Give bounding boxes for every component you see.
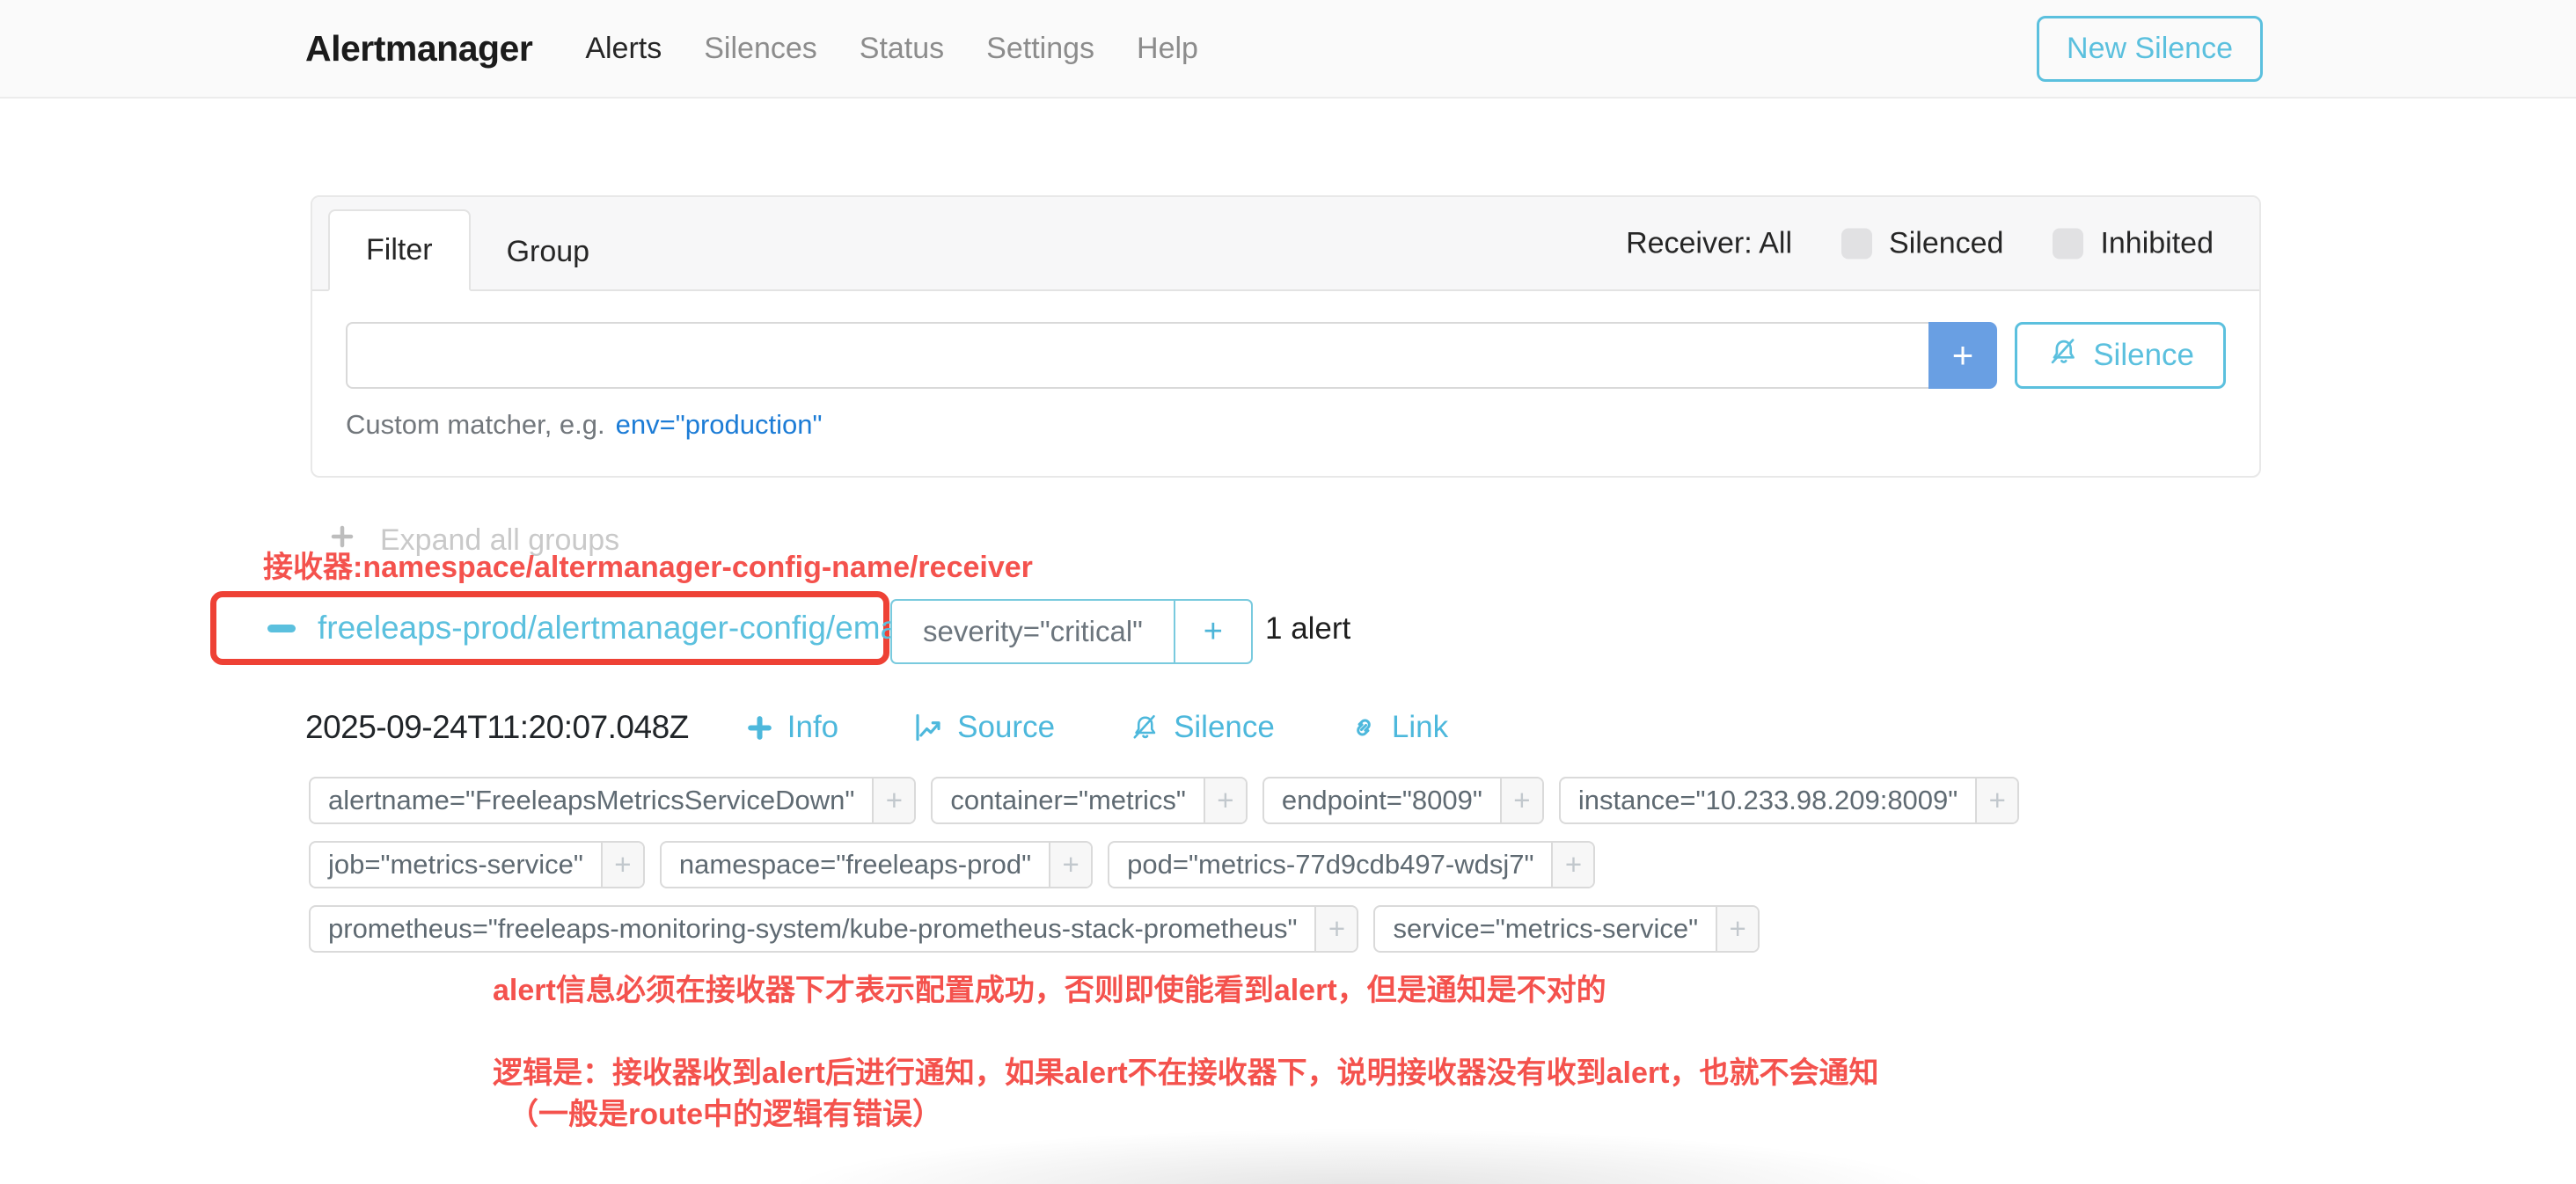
label-tag-text: alertname="FreeleapsMetricsServiceDown" xyxy=(311,778,872,822)
receiver-selector[interactable]: Receiver: All xyxy=(1626,226,1792,260)
inhibited-checkbox[interactable] xyxy=(2053,228,2083,259)
matcher-helper: Custom matcher, e.g. env="production" xyxy=(346,409,2226,441)
add-matcher-button[interactable]: + xyxy=(1928,322,1997,389)
label-tag-text: endpoint="8009" xyxy=(1264,778,1500,822)
label-tag: endpoint="8009" + xyxy=(1262,777,1544,824)
filter-card: Filter Group Receiver: All Silenced Inhi… xyxy=(311,195,2261,478)
matcher-input-row: + Silence xyxy=(346,322,2226,389)
alert-header-row: 2025-09-24T11:20:07.048Z Info Source xyxy=(305,709,1448,746)
filter-card-body: + Silence Custom matcher, e.g. env="prod… xyxy=(312,291,2259,471)
nav-item-status[interactable]: Status xyxy=(860,32,944,66)
silence-filter-button[interactable]: Silence xyxy=(2015,322,2226,389)
inhibited-label: Inhibited xyxy=(2100,226,2214,260)
annotation-note-2: 逻辑是：接收器收到alert后进行通知，如果alert不在接收器下，说明接收器没… xyxy=(493,1049,1878,1092)
label-tag: prometheus="freeleaps-monitoring-system/… xyxy=(309,905,1358,953)
bell-slash-icon xyxy=(2046,335,2080,376)
label-tag: job="metrics-service" + xyxy=(309,841,645,888)
top-navbar: Alertmanager Alerts Silences Status Sett… xyxy=(0,0,2576,99)
annotation-note-3: （一般是route中的逻辑有错误） xyxy=(509,1090,942,1133)
label-tag-text: prometheus="freeleaps-monitoring-system/… xyxy=(311,907,1314,951)
nav-item-help[interactable]: Help xyxy=(1137,32,1198,66)
tab-group[interactable]: Group xyxy=(471,213,626,291)
bell-slash-icon xyxy=(1129,712,1160,743)
label-tag-text: job="metrics-service" xyxy=(311,843,601,887)
plus-icon xyxy=(745,713,774,742)
new-silence-button[interactable]: New Silence xyxy=(2037,16,2263,82)
label-tag-add-button[interactable]: + xyxy=(1975,778,2017,822)
label-tag-text: service="metrics-service" xyxy=(1375,907,1716,951)
alert-timestamp: 2025-09-24T11:20:07.048Z xyxy=(305,709,689,746)
chain-icon xyxy=(1349,713,1379,742)
label-tag-add-button[interactable]: + xyxy=(1716,907,1758,951)
matcher-input[interactable] xyxy=(346,322,1928,389)
label-tag-add-button[interactable]: + xyxy=(872,778,914,822)
helper-example-link[interactable]: env="production" xyxy=(616,409,823,441)
inhibited-toggle[interactable]: Inhibited xyxy=(2053,226,2214,260)
label-tag-text: namespace="freeleaps-prod" xyxy=(662,843,1049,887)
label-tag: namespace="freeleaps-prod" + xyxy=(660,841,1093,888)
nav-item-settings[interactable]: Settings xyxy=(986,32,1094,66)
filter-header-controls: Receiver: All Silenced Inhibited xyxy=(1626,226,2214,260)
label-tag-text: container="metrics" xyxy=(933,778,1204,822)
nav-item-silences[interactable]: Silences xyxy=(704,32,817,66)
label-tag: alertname="FreeleapsMetricsServiceDown" … xyxy=(309,777,916,824)
alert-count: 1 alert xyxy=(1265,611,1350,647)
label-tag: pod="metrics-77d9cdb497-wdsj7" + xyxy=(1108,841,1595,888)
silenced-checkbox[interactable] xyxy=(1841,228,1872,259)
label-tag-add-button[interactable]: + xyxy=(1551,843,1593,887)
app-brand[interactable]: Alertmanager xyxy=(305,28,532,69)
alert-silence-label: Silence xyxy=(1174,710,1275,745)
label-tag-add-button[interactable]: + xyxy=(1049,843,1091,887)
alert-info-label: Info xyxy=(787,710,838,745)
annotation-receiver-note: 接收器:namespace/altermanager-config-name/r… xyxy=(263,543,1033,586)
label-tag-add-button[interactable]: + xyxy=(1500,778,1542,822)
alert-labels: alertname="FreeleapsMetricsServiceDown" … xyxy=(309,777,2112,953)
chart-icon xyxy=(912,712,944,743)
label-tag-text: instance="10.233.98.209:8009" xyxy=(1561,778,1975,822)
label-tag-text: pod="metrics-77d9cdb497-wdsj7" xyxy=(1109,843,1551,887)
alert-source-label: Source xyxy=(957,710,1055,745)
filter-card-header: Filter Group Receiver: All Silenced Inhi… xyxy=(312,197,2259,291)
annotation-note-1: alert信息必须在接收器下才表示配置成功，否则即使能看到alert，但是通知是… xyxy=(493,966,1606,1009)
label-tag: container="metrics" + xyxy=(931,777,1248,824)
label-tag: service="metrics-service" + xyxy=(1373,905,1760,953)
alert-silence-button[interactable]: Silence xyxy=(1129,710,1275,745)
label-tag-add-button[interactable]: + xyxy=(1204,778,1246,822)
group-matcher-label: severity="critical" xyxy=(892,601,1174,662)
minus-icon[interactable] xyxy=(267,625,296,632)
filter-tabs: Filter Group xyxy=(328,209,626,291)
helper-text: Custom matcher, e.g. xyxy=(346,409,605,441)
group-receiver-link[interactable]: freeleaps-prod/alertmanager-config/email xyxy=(318,610,913,647)
main-nav: Alerts Silences Status Settings Help xyxy=(585,32,1198,66)
group-matcher-add-button[interactable]: + xyxy=(1174,601,1251,662)
label-tag-add-button[interactable]: + xyxy=(1314,907,1357,951)
group-matcher-tag: severity="critical" + xyxy=(890,599,1253,664)
alert-actions: Info Source Silence xyxy=(745,710,1448,745)
tab-filter[interactable]: Filter xyxy=(328,209,471,291)
label-tag-add-button[interactable]: + xyxy=(601,843,643,887)
silence-filter-label: Silence xyxy=(2093,338,2194,373)
alert-info-button[interactable]: Info xyxy=(745,710,838,745)
nav-item-alerts[interactable]: Alerts xyxy=(585,32,662,66)
annotation-red-box: freeleaps-prod/alertmanager-config/email xyxy=(210,591,889,665)
label-tag: instance="10.233.98.209:8009" + xyxy=(1559,777,2019,824)
alert-source-link[interactable]: Source xyxy=(912,710,1055,745)
silenced-toggle[interactable]: Silenced xyxy=(1841,226,2003,260)
silenced-label: Silenced xyxy=(1889,226,2003,260)
alert-link-label: Link xyxy=(1392,710,1448,745)
alert-generator-link[interactable]: Link xyxy=(1349,710,1448,745)
